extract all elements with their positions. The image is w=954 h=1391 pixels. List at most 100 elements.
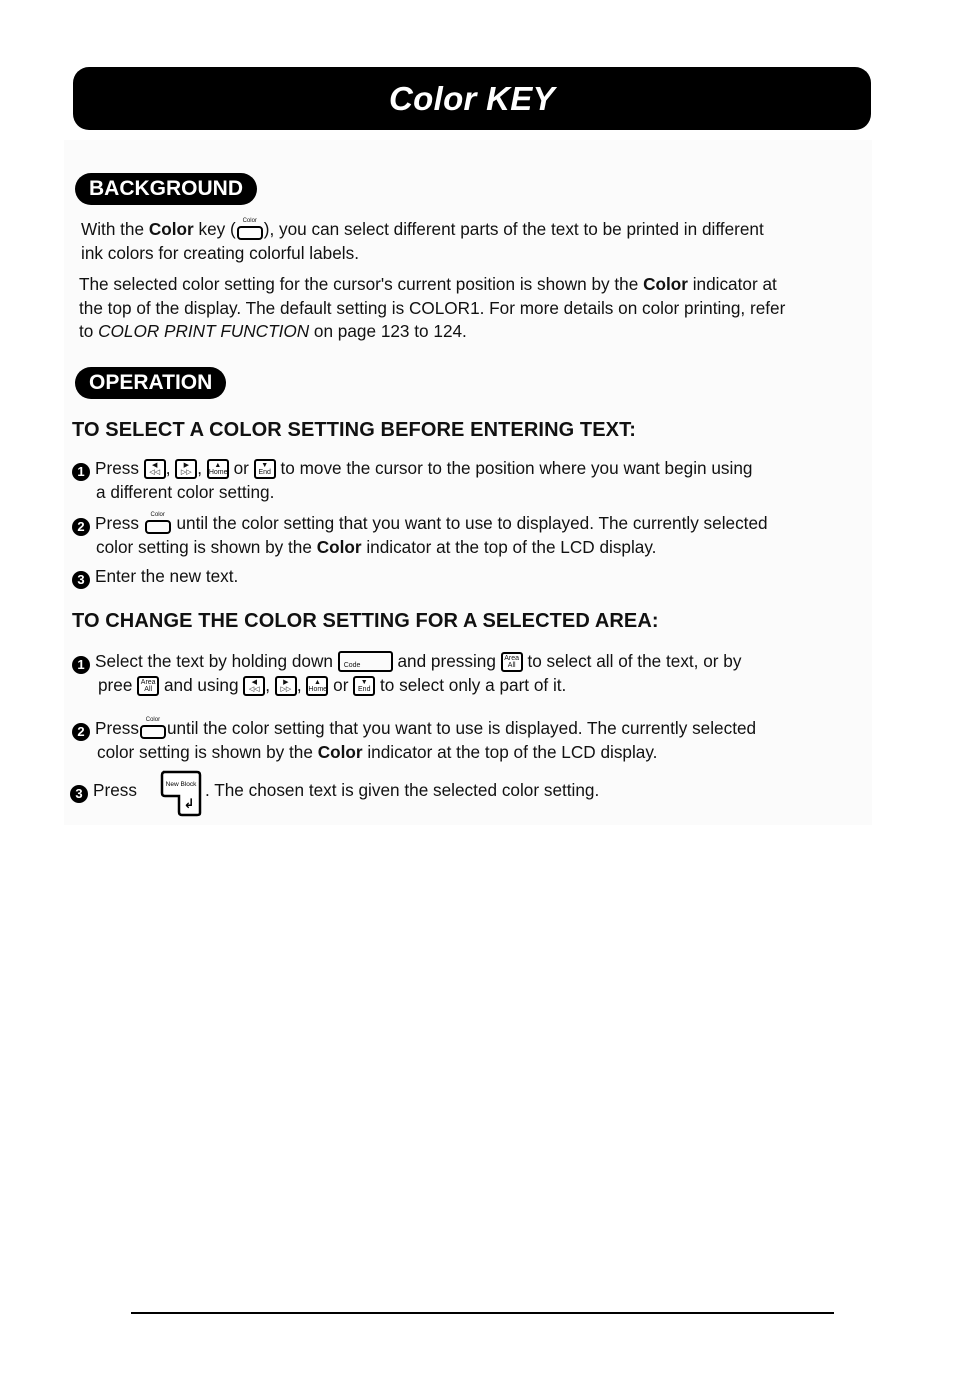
key-caption: Color bbox=[150, 512, 165, 518]
text: and pressing bbox=[392, 651, 501, 671]
text: or bbox=[228, 458, 254, 478]
key-caption: Area bbox=[504, 655, 520, 662]
text: Select the text by holding down bbox=[95, 651, 338, 671]
footer-divider bbox=[131, 1312, 834, 1314]
key-box bbox=[236, 226, 263, 240]
color-key-icon: Color bbox=[144, 512, 172, 534]
area-all-key-icon: Area All bbox=[137, 676, 160, 696]
step-number: 2 bbox=[72, 723, 90, 741]
text: . The chosen text is given the selected … bbox=[205, 780, 600, 800]
text: Press bbox=[95, 458, 144, 478]
text: ink colors for creating colorful labels. bbox=[81, 242, 359, 263]
text: With the bbox=[81, 219, 149, 239]
key-box bbox=[139, 725, 166, 739]
key-caption: ◁◁ bbox=[149, 469, 161, 476]
step-number: 2 bbox=[72, 518, 90, 536]
text: color setting is shown by the bbox=[97, 742, 318, 762]
key-caption: All bbox=[507, 662, 516, 669]
key-caption: ◀ bbox=[152, 462, 158, 469]
section2-step-1: 1 Select the text by holding down Code an… bbox=[72, 650, 872, 698]
key-caption: ◁◁ bbox=[248, 686, 260, 693]
text: , bbox=[265, 675, 275, 695]
background-paragraph-1: With the Color key (Color), you can sele… bbox=[81, 218, 871, 265]
operation-heading: OPERATION bbox=[75, 367, 227, 399]
text: to select only a part of it. bbox=[375, 675, 567, 695]
key-caption: All bbox=[144, 686, 153, 693]
color-key-icon: Color bbox=[236, 218, 264, 240]
text: , bbox=[296, 675, 307, 695]
section2-step-3: 3 Press bbox=[70, 779, 137, 803]
area-all-key-icon: Area All bbox=[500, 652, 523, 672]
text: Enter the new text. bbox=[95, 566, 239, 586]
section2-heading: TO CHANGE THE COLOR SETTING FOR A SELECT… bbox=[72, 610, 659, 632]
key-caption: ▼ bbox=[261, 462, 269, 469]
section2-step-2: 2 Press Color until the color setting that … bbox=[72, 717, 872, 765]
text: Press bbox=[95, 718, 139, 738]
color-keyword: Color bbox=[316, 537, 362, 557]
key-caption: End bbox=[258, 469, 271, 476]
code-key-icon: Code bbox=[337, 651, 393, 672]
color-keyword: Color bbox=[317, 742, 363, 762]
key-caption: ▶ bbox=[283, 679, 289, 686]
key-caption: ▶ bbox=[183, 462, 189, 469]
text: a different color setting. bbox=[96, 482, 275, 502]
text: to bbox=[79, 321, 99, 341]
text: or bbox=[328, 675, 354, 695]
key-caption: ▲ bbox=[313, 679, 321, 686]
section1-step-3: 3 Enter the new text. bbox=[72, 565, 238, 589]
key-caption: New Block bbox=[166, 781, 197, 788]
text: until the color setting that you want to… bbox=[171, 513, 768, 533]
step-number: 1 bbox=[72, 656, 90, 674]
right-arrow-key-icon: ▶ ▷▷ bbox=[274, 676, 297, 696]
text: indicator at the top of the LCD display. bbox=[362, 742, 658, 762]
key-caption: Area bbox=[140, 679, 156, 686]
left-arrow-key-icon: ◀ ◁◁ bbox=[243, 676, 266, 696]
color-keyword: Color bbox=[643, 274, 688, 294]
key-caption: Color bbox=[242, 218, 257, 224]
step-number: 3 bbox=[70, 785, 88, 803]
key-caption: ▲ bbox=[214, 462, 222, 469]
page-title-bar: Color KEY bbox=[73, 67, 871, 130]
key-caption: Color bbox=[145, 717, 161, 723]
cross-reference: COLOR PRINT FUNCTION bbox=[98, 321, 310, 341]
text: key ( bbox=[193, 219, 236, 239]
section2-step-3-continued: . The chosen text is given the selected … bbox=[205, 779, 599, 803]
section1-heading: TO SELECT A COLOR SETTING BEFORE ENTERIN… bbox=[72, 419, 636, 441]
text: ), you can select different parts of the… bbox=[263, 219, 764, 239]
new-block-enter-key-icon: New Block ↲ bbox=[160, 770, 202, 817]
key-box bbox=[144, 520, 171, 534]
step-number: 1 bbox=[72, 463, 90, 481]
page-title: Color KEY bbox=[389, 79, 555, 117]
text: pree bbox=[98, 675, 138, 695]
text: to move the cursor to the position where… bbox=[275, 458, 753, 478]
section1-step-1: 1 Press ◀ ◁◁, ▶ ▷▷, ▲ Home or ▼ End to move t… bbox=[72, 457, 872, 505]
home-key-icon: ▲ Home bbox=[306, 676, 329, 696]
key-caption: Code bbox=[343, 662, 361, 669]
end-key-icon: ▼ End bbox=[253, 459, 276, 479]
right-arrow-key-icon: ▶ ▷▷ bbox=[175, 459, 198, 479]
end-key-icon: ▼ End bbox=[353, 676, 376, 696]
color-key-icon: Color bbox=[139, 717, 167, 739]
text: color setting is shown by the bbox=[96, 537, 317, 557]
key-caption: Home bbox=[208, 469, 228, 476]
text: and using bbox=[159, 675, 244, 695]
key-caption: ◀ bbox=[251, 679, 257, 686]
key-caption: Home bbox=[308, 686, 328, 693]
text: the top of the display. The default sett… bbox=[79, 297, 786, 318]
background-paragraph-2: The selected color setting for the curso… bbox=[79, 273, 879, 344]
key-caption: ▷▷ bbox=[180, 469, 192, 476]
text: The selected color setting for the curso… bbox=[79, 274, 644, 294]
color-keyword: Color bbox=[148, 219, 194, 239]
text: on page 123 to 124. bbox=[309, 321, 467, 341]
text: Press bbox=[95, 513, 144, 533]
text: to select all of the text, or by bbox=[522, 651, 742, 671]
text: indicator at the top of the LCD display. bbox=[361, 537, 657, 557]
text: Press bbox=[93, 780, 137, 800]
text: , bbox=[165, 458, 176, 478]
section1-step-2: 2 Press Color until the color setting tha… bbox=[72, 512, 872, 560]
background-heading: BACKGROUND bbox=[75, 173, 257, 205]
home-key-icon: ▲ Home bbox=[206, 459, 229, 479]
step-number: 3 bbox=[72, 571, 90, 589]
left-arrow-key-icon: ◀ ◁◁ bbox=[143, 459, 166, 479]
text: , bbox=[197, 458, 207, 478]
